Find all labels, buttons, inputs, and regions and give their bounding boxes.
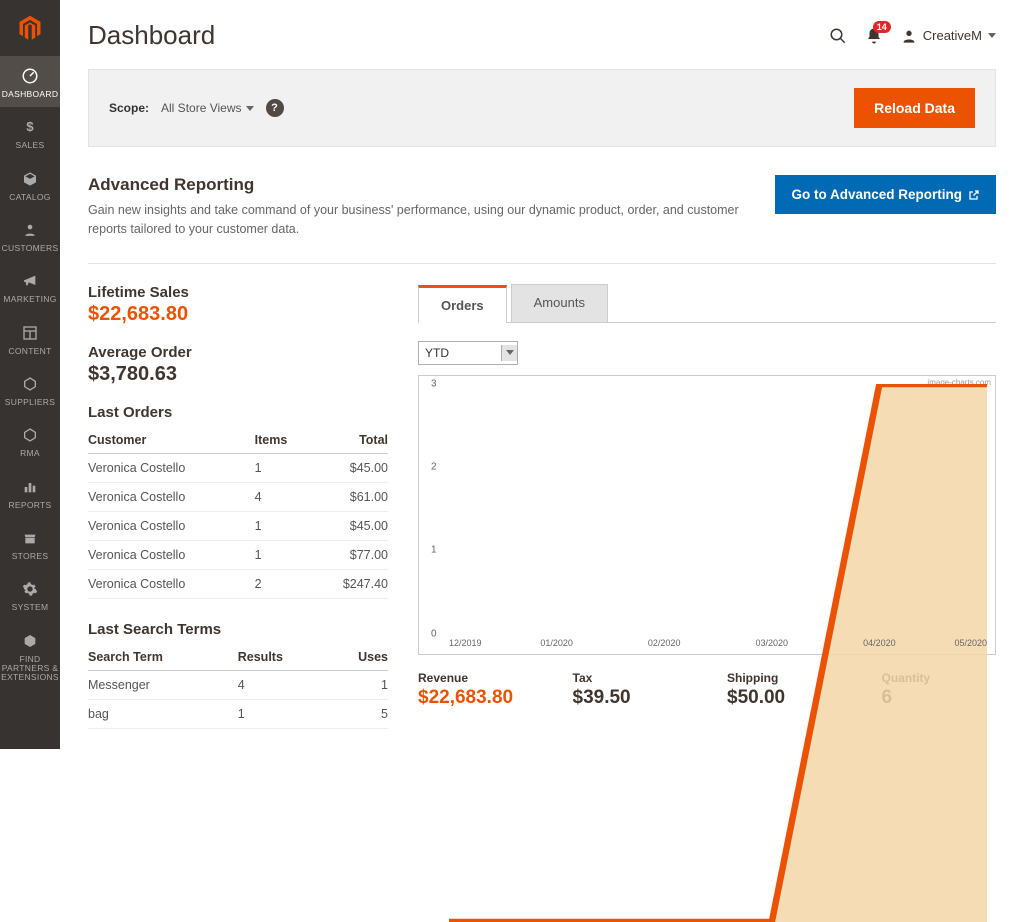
- layout-icon: [20, 323, 40, 343]
- x-tick: 05/2020: [954, 638, 987, 648]
- puzzle-icon: [20, 631, 40, 651]
- person-icon: [20, 220, 40, 240]
- help-icon[interactable]: ?: [266, 99, 284, 117]
- user-menu[interactable]: CreativeM: [901, 28, 996, 44]
- page-title: Dashboard: [88, 20, 215, 51]
- table-row[interactable]: Veronica Costello1$77.00: [88, 540, 388, 569]
- orders-chart: image-charts.com 3 2 1 0 12/2019 01/202: [418, 375, 996, 655]
- sidebar: DASHBOARD $ SALES CATALOG CUSTOMERS MARK…: [0, 0, 60, 749]
- advanced-reporting-desc: Gain new insights and take command of yo…: [88, 201, 768, 239]
- sidebar-item-suppliers[interactable]: SUPPLIERS: [0, 364, 60, 415]
- chart-tabs: Orders Amounts: [418, 284, 996, 323]
- average-order-value: $3,780.63: [88, 363, 388, 386]
- scope-label: Scope:: [109, 101, 149, 115]
- chevron-down-icon: [988, 33, 996, 38]
- scope-select[interactable]: All Store Views: [161, 101, 253, 115]
- table-row[interactable]: Veronica Costello1$45.00: [88, 453, 388, 482]
- gauge-icon: [20, 66, 40, 86]
- search-icon: [829, 27, 847, 45]
- sidebar-item-marketing[interactable]: MARKETING: [0, 261, 60, 312]
- sidebar-item-rma[interactable]: RMA: [0, 415, 60, 466]
- col-uses: Uses: [328, 644, 388, 671]
- sidebar-item-catalog[interactable]: CATALOG: [0, 159, 60, 210]
- notifications-badge: 14: [873, 21, 891, 33]
- x-tick: 12/2019: [449, 638, 482, 648]
- cube-icon: [20, 169, 40, 189]
- last-orders-table: Customer Items Total Veronica Costello1$…: [88, 427, 388, 599]
- sidebar-item-partners[interactable]: FIND PARTNERS & EXTENSIONS: [0, 621, 60, 691]
- x-tick: 03/2020: [756, 638, 789, 648]
- magento-logo-icon: [16, 14, 44, 42]
- sidebar-item-stores[interactable]: STORES: [0, 518, 60, 569]
- advanced-reporting-title: Advanced Reporting: [88, 175, 768, 195]
- lifetime-sales-label: Lifetime Sales: [88, 284, 388, 301]
- search-button[interactable]: [829, 27, 847, 45]
- magento-logo[interactable]: [0, 0, 60, 56]
- megaphone-icon: [20, 271, 40, 291]
- user-icon: [901, 28, 917, 44]
- tab-amounts[interactable]: Amounts: [511, 284, 608, 322]
- sidebar-item-dashboard[interactable]: DASHBOARD: [0, 56, 60, 107]
- col-items: Items: [255, 427, 311, 454]
- advanced-reporting-button[interactable]: Go to Advanced Reporting: [775, 175, 996, 214]
- user-name: CreativeM: [923, 28, 982, 43]
- last-orders-title: Last Orders: [88, 404, 388, 421]
- sidebar-item-content[interactable]: CONTENT: [0, 313, 60, 364]
- topbar: Dashboard 14 CreativeM: [88, 20, 996, 51]
- sidebar-item-sales[interactable]: $ SALES: [0, 107, 60, 158]
- svg-text:$: $: [26, 119, 34, 134]
- hexagon-icon: [20, 425, 40, 445]
- col-total: Total: [311, 427, 388, 454]
- x-tick: 04/2020: [863, 638, 896, 648]
- reload-data-button[interactable]: Reload Data: [854, 88, 975, 128]
- last-search-title: Last Search Terms: [88, 621, 388, 638]
- advanced-reporting-section: Advanced Reporting Gain new insights and…: [88, 171, 996, 264]
- table-row[interactable]: Veronica Costello2$247.40: [88, 569, 388, 598]
- dollar-icon: $: [20, 117, 40, 137]
- sidebar-item-system[interactable]: SYSTEM: [0, 569, 60, 620]
- y-tick-1: 1: [431, 545, 437, 556]
- external-link-icon: [968, 189, 980, 201]
- bars-icon: [20, 477, 40, 497]
- sidebar-item-reports[interactable]: REPORTS: [0, 467, 60, 518]
- x-tick: 01/2020: [540, 638, 573, 648]
- table-row[interactable]: Veronica Costello1$45.00: [88, 511, 388, 540]
- y-tick-2: 2: [431, 461, 437, 472]
- y-tick-3: 3: [431, 378, 437, 389]
- col-customer: Customer: [88, 427, 255, 454]
- x-tick: 02/2020: [648, 638, 681, 648]
- sidebar-item-customers[interactable]: CUSTOMERS: [0, 210, 60, 261]
- table-row[interactable]: bag15: [88, 699, 388, 728]
- top-actions: 14 CreativeM: [829, 27, 996, 45]
- table-row[interactable]: Veronica Costello4$61.00: [88, 482, 388, 511]
- table-row[interactable]: Messenger41: [88, 670, 388, 699]
- col-term: Search Term: [88, 644, 238, 671]
- average-order-label: Average Order: [88, 344, 388, 361]
- main-content: Dashboard 14 CreativeM Scope:: [60, 0, 1024, 749]
- chevron-down-icon: [246, 106, 254, 111]
- store-icon: [20, 528, 40, 548]
- gear-icon: [20, 579, 40, 599]
- last-search-table: Search Term Results Uses Messenger41 bag…: [88, 644, 388, 729]
- chevron-down-icon: [506, 350, 514, 355]
- period-select[interactable]: YTD: [418, 341, 518, 365]
- scope-bar: Scope: All Store Views ? Reload Data: [88, 69, 996, 147]
- col-results: Results: [238, 644, 328, 671]
- tab-orders[interactable]: Orders: [418, 285, 507, 323]
- notifications-button[interactable]: 14: [865, 27, 883, 45]
- lifetime-sales-value: $22,683.80: [88, 303, 388, 326]
- y-tick-0: 0: [431, 628, 437, 639]
- chart-plot: [449, 384, 987, 922]
- hexagon-icon: [20, 374, 40, 394]
